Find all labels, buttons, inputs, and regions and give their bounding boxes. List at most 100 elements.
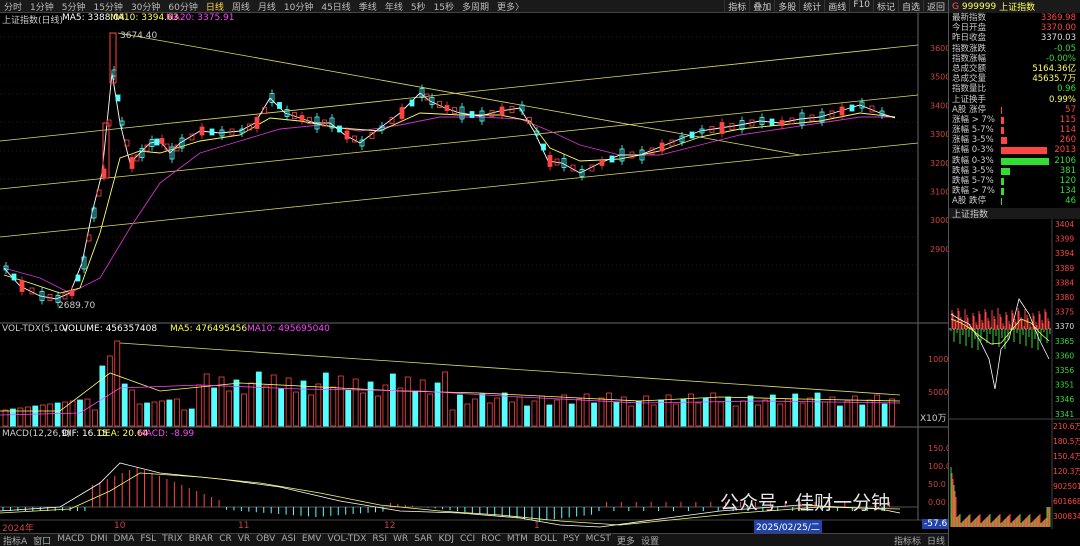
period-tab[interactable]: 10分钟	[280, 0, 317, 13]
candle-body	[541, 143, 546, 151]
breadth-bar	[1001, 137, 1007, 145]
indicator-tab[interactable]: DMA	[111, 534, 138, 546]
candle-body	[199, 126, 205, 136]
period-tab[interactable]: 5秒	[407, 0, 430, 13]
breadth-value: 134	[1059, 186, 1076, 197]
volume-bar	[859, 404, 866, 427]
breadth-label: 涨幅 > 7%	[952, 114, 996, 125]
volume-bar	[106, 355, 113, 427]
indicator-tab[interactable]: BOLL	[531, 534, 560, 546]
macd-axis-tick: 100.0	[928, 462, 948, 471]
breadth-value: 115	[1059, 114, 1076, 125]
period-tab[interactable]: 15分钟	[89, 0, 126, 13]
quote-value: 45635.7万	[1032, 74, 1076, 85]
volume-bar	[874, 394, 881, 427]
indicator-tab[interactable]: TRIX	[159, 534, 186, 546]
toolbar-button[interactable]: 画线	[824, 0, 849, 12]
indicator-tab[interactable]: VR	[235, 534, 253, 546]
indicator-tab[interactable]: SAR	[411, 534, 435, 546]
volume-bar	[762, 399, 769, 427]
breadth-value: 114	[1059, 125, 1076, 136]
candle-body	[159, 138, 165, 144]
period-tab[interactable]: 15秒	[430, 0, 458, 13]
mini-axis-tick: 3346	[1055, 395, 1074, 404]
chart-area[interactable]: 3600 3500 3400 3300 3200 3100 3000 2900 10000 500…	[0, 13, 953, 534]
volume-bar	[471, 398, 478, 427]
indicator-tab[interactable]: RSI	[369, 534, 390, 546]
indicator-tab[interactable]: OBV	[253, 534, 278, 546]
bottom-right-tab[interactable]: 日线	[924, 534, 948, 546]
period-tab[interactable]: 30分钟	[127, 0, 164, 13]
candle-body	[719, 122, 725, 134]
volume-bar	[196, 384, 203, 427]
breadth-value: 46	[1065, 196, 1076, 207]
indicator-tab[interactable]: MACD	[54, 534, 87, 546]
toolbar-button[interactable]: 自选	[897, 0, 923, 12]
indicator-tab[interactable]: WR	[390, 534, 411, 546]
volume-bar	[240, 393, 247, 427]
candle-body	[839, 106, 845, 116]
indicator-tab[interactable]: DMI	[87, 534, 110, 546]
volume-bar	[24, 406, 31, 427]
period-tab[interactable]: 分时	[0, 0, 26, 13]
indicator-tab[interactable]: 指标A	[0, 534, 30, 546]
volume-bar	[442, 371, 448, 427]
toolbar-button[interactable]: 多股	[774, 0, 799, 12]
volume-bar	[382, 384, 389, 427]
indicator-tab[interactable]: MTM	[504, 534, 531, 546]
indicator-tabs: 指标A 窗口 MACD DMI DMA FSL TRIX BRAR CR VR OBV ASI EMV V…	[0, 533, 948, 546]
candle-body	[129, 157, 135, 169]
trendline	[0, 94, 919, 190]
indicator-tab[interactable]: FSL	[137, 534, 159, 546]
indicator-tab[interactable]: CR	[216, 534, 235, 546]
period-tab[interactable]: 60分钟	[164, 0, 201, 13]
breadth-bar	[1001, 178, 1004, 185]
indicator-tab[interactable]: 更多	[614, 534, 638, 546]
indicator-tab[interactable]: 设置	[638, 534, 662, 546]
indicator-tab[interactable]: ASI	[278, 534, 299, 546]
volume-bar	[188, 408, 195, 427]
price-axis-tick: 3100	[930, 188, 948, 197]
period-tab[interactable]: 1分钟	[26, 0, 58, 13]
volume-bar	[10, 408, 16, 427]
period-tab[interactable]: 季线	[355, 0, 381, 13]
volume-bar	[434, 382, 441, 427]
price-axis-tick: 3200	[930, 159, 948, 168]
period-tab[interactable]: 周线	[228, 0, 254, 13]
toolbar-button[interactable]: 指标	[724, 0, 749, 12]
kline-chart[interactable]: 3600 3500 3400 3300 3200 3100 3000 2900 10000 500…	[0, 13, 953, 533]
toolbar-button[interactable]: 统计	[799, 0, 824, 12]
candle-body	[69, 290, 75, 296]
toolbar-button[interactable]: 标记	[872, 0, 898, 12]
period-tab[interactable]: 更多〉	[493, 0, 528, 13]
indicator-tab[interactable]: PSY	[560, 534, 583, 546]
period-tab[interactable]: 45日线	[317, 0, 354, 13]
toolbar-button[interactable]: 返回	[922, 0, 948, 12]
volume-bar	[345, 389, 352, 427]
indicator-tab[interactable]: 窗口	[30, 534, 54, 546]
period-tab[interactable]: 5分钟	[58, 0, 90, 13]
indicator-tab[interactable]: ROC	[478, 534, 504, 546]
volume-bar	[330, 386, 337, 427]
volume-bar	[129, 389, 136, 427]
breadth-bar	[1001, 116, 1004, 124]
volume-bar	[620, 396, 627, 427]
macd-axis-tick: 50.0	[928, 480, 946, 489]
bottom-right-tab[interactable]: 指标标	[891, 534, 924, 546]
period-tab[interactable]: 年线	[381, 0, 407, 13]
period-tab[interactable]: 日线	[202, 0, 228, 13]
volume-bar	[300, 380, 307, 427]
period-tab[interactable]: 月线	[254, 0, 280, 13]
indicator-tab[interactable]: CCI	[457, 534, 478, 546]
period-tab[interactable]: 多周期	[458, 0, 493, 13]
indicator-tab[interactable]: MCST	[583, 534, 614, 546]
indicator-tab[interactable]: VOL-TDX	[324, 534, 369, 546]
toolbar-button[interactable]: F10	[849, 0, 873, 12]
indicator-tab[interactable]: KDJ	[435, 534, 457, 546]
indicator-tab[interactable]: BRAR	[186, 534, 216, 546]
indicator-tab[interactable]: EMV	[299, 534, 325, 546]
candle-body	[277, 102, 282, 109]
volume-bar	[278, 388, 285, 427]
toolbar-button[interactable]: 叠加	[749, 0, 774, 12]
quote-label: 最新指数	[952, 13, 987, 23]
